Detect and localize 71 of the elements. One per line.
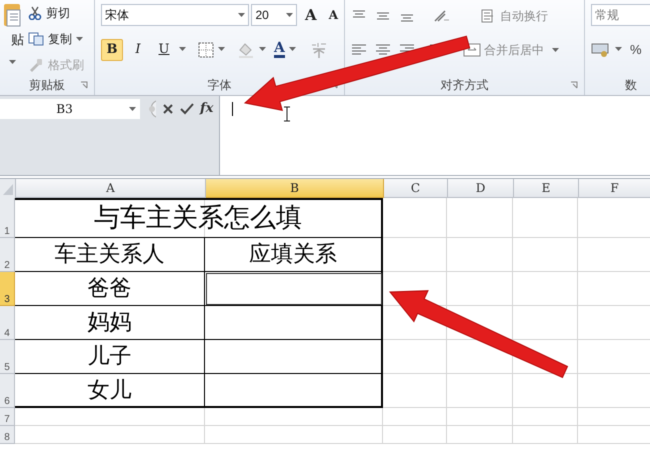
- caret-icon: [9, 60, 16, 64]
- row-header[interactable]: 4: [0, 306, 15, 340]
- row-header[interactable]: 7: [0, 408, 15, 426]
- style-button[interactable]: U: [153, 38, 175, 60]
- copy-icon: [28, 32, 44, 46]
- formula-input[interactable]: [220, 96, 650, 175]
- vertical-align-icon: [375, 10, 391, 22]
- insert-function-button[interactable]: fx: [200, 99, 214, 119]
- style-button[interactable]: B: [101, 38, 123, 60]
- column-header[interactable]: F: [579, 179, 650, 198]
- orientation-icon: [433, 9, 451, 23]
- table-cell: 与车主关系怎么填: [15, 198, 383, 238]
- row-header[interactable]: 1: [0, 198, 15, 238]
- name-box[interactable]: B3: [0, 99, 140, 119]
- percent-button[interactable]: %: [630, 40, 642, 60]
- row-header[interactable]: 5: [0, 340, 15, 374]
- caret-icon: [129, 106, 136, 112]
- group-label: 对齐方式: [440, 77, 488, 94]
- table-cell: 妈妈: [15, 306, 205, 340]
- group-label: 数: [625, 77, 637, 94]
- column-header[interactable]: C: [384, 179, 448, 198]
- font-color-button[interactable]: A: [274, 41, 285, 58]
- caret-icon: [259, 47, 266, 52]
- row-header[interactable]: 6: [0, 374, 15, 408]
- caret-icon: [179, 47, 186, 52]
- style-button[interactable]: I: [127, 38, 149, 60]
- font-size-dropdown[interactable]: 20: [251, 4, 298, 26]
- caret-icon: [615, 47, 622, 52]
- caret-icon: [288, 47, 296, 52]
- shrink-font-button[interactable]: A: [328, 6, 338, 24]
- row-header[interactable]: 3: [0, 272, 15, 306]
- borders-icon: [198, 42, 214, 58]
- dialog-launcher-icon: [80, 81, 88, 90]
- toolbar-button[interactable]: 复制: [28, 29, 72, 49]
- scissors-icon: [28, 6, 42, 20]
- paste-button[interactable]: 贴: [0, 2, 22, 76]
- caret-icon: [76, 36, 83, 42]
- currency-icon: [591, 42, 611, 58]
- close-icon: [162, 103, 174, 115]
- caret-icon: [286, 12, 294, 18]
- row-header[interactable]: 8: [0, 426, 15, 444]
- toolbar-button[interactable]: 剪切: [28, 3, 84, 23]
- phonetic-icon: [310, 40, 328, 58]
- dialog-launcher-icon: [570, 81, 578, 90]
- caret-icon: [218, 47, 225, 52]
- group-label: 字体: [208, 77, 232, 94]
- grow-font-button[interactable]: A: [305, 4, 317, 26]
- column-header[interactable]: E: [514, 179, 579, 198]
- clipboard-icon: [4, 2, 22, 28]
- table-cell: 女儿: [15, 374, 205, 408]
- horizontal-align-icon: [375, 44, 391, 56]
- horizontal-align-icon: [351, 44, 367, 56]
- caret-icon: [552, 48, 559, 52]
- table-cell: 车主关系人: [15, 238, 205, 272]
- number-format-dropdown[interactable]: 常规: [591, 4, 650, 26]
- brush-icon: [28, 58, 44, 72]
- table-cell: 爸爸: [15, 272, 205, 306]
- text-cursor-icon: [283, 106, 291, 122]
- column-header[interactable]: A: [16, 179, 206, 198]
- column-header[interactable]: D: [448, 179, 514, 198]
- caret-icon: [238, 12, 246, 18]
- font-name-dropdown[interactable]: 宋体: [101, 4, 250, 26]
- check-icon: [180, 103, 194, 115]
- table-cell: 儿子: [15, 340, 205, 374]
- fill-bucket-icon: [237, 42, 255, 58]
- row-header[interactable]: 2: [0, 238, 15, 272]
- table-cell[interactable]: [205, 272, 383, 306]
- table-cell: 应填关系: [205, 238, 383, 272]
- select-all-icon: [0, 179, 16, 198]
- group-label: 剪贴板: [29, 77, 65, 94]
- column-header[interactable]: B: [206, 179, 384, 198]
